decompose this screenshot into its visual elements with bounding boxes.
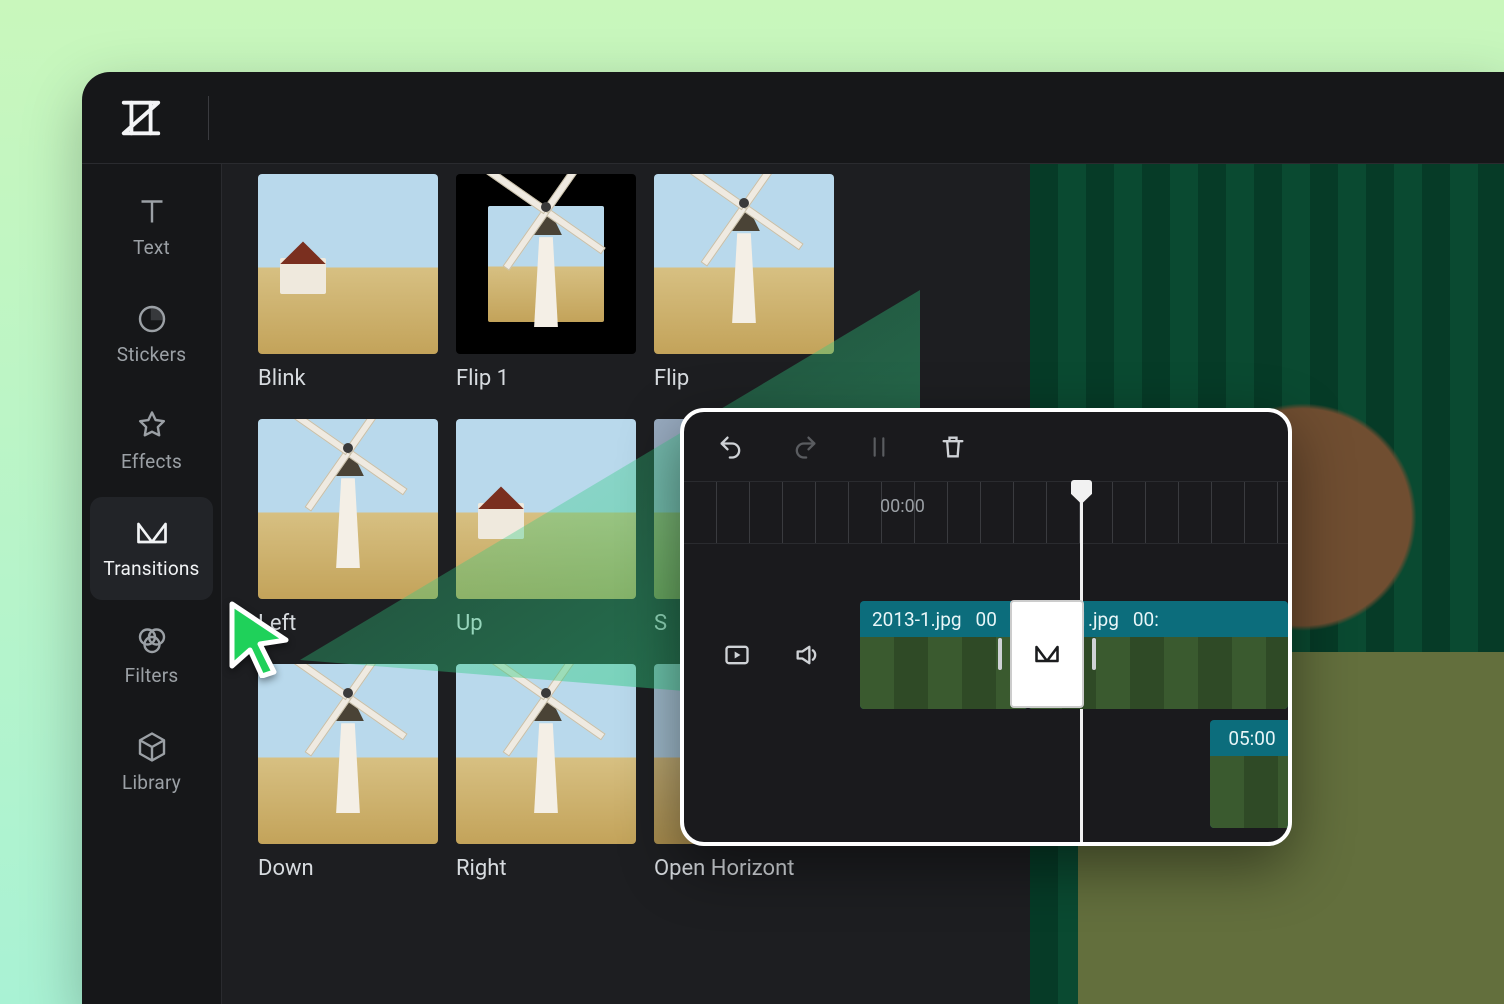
transition-tile[interactable]: Blink bbox=[258, 174, 438, 391]
split-button[interactable] bbox=[862, 430, 896, 464]
sidebar: Text Stickers Effects bbox=[82, 164, 222, 1004]
cube-icon bbox=[134, 729, 170, 765]
transition-thumb bbox=[258, 174, 438, 354]
timeline-clip[interactable]: 2013-1.jpg 00 bbox=[860, 601, 1028, 709]
sidebar-item-label: Effects bbox=[121, 450, 182, 473]
video-track-row: 2013-1.jpg 00 013-1.jpg 00: bbox=[684, 600, 1288, 710]
clip-name: 2013-1.jpg bbox=[872, 608, 962, 631]
sidebar-item-label: Text bbox=[133, 236, 170, 259]
transition-name: Down bbox=[258, 856, 438, 881]
sidebar-item-label: Library bbox=[122, 771, 181, 794]
transition-icon bbox=[134, 515, 170, 551]
track-area: 2013-1.jpg 00 013-1.jpg 00: bbox=[684, 544, 1288, 842]
transition-name: Open Horizont bbox=[654, 856, 834, 881]
titlebar bbox=[82, 72, 1504, 164]
sidebar-item-label: Stickers bbox=[117, 343, 186, 366]
windmill-graphic bbox=[491, 673, 601, 813]
play-track-icon[interactable] bbox=[720, 638, 754, 672]
titlebar-divider bbox=[208, 96, 209, 140]
app-logo-icon bbox=[118, 95, 164, 141]
transition-thumb bbox=[456, 174, 636, 354]
transition-tile[interactable]: Left bbox=[258, 419, 438, 636]
timeline-inset: 00:00 2013-1.jpg 00 bbox=[680, 408, 1292, 846]
clip-time: 00 bbox=[976, 608, 997, 631]
transition-thumb bbox=[654, 174, 834, 354]
clip-thumbstrip bbox=[860, 637, 1028, 709]
redo-button[interactable] bbox=[788, 430, 822, 464]
delete-button[interactable] bbox=[936, 430, 970, 464]
transition-name: Blink bbox=[258, 366, 438, 391]
sidebar-item-library[interactable]: Library bbox=[90, 711, 213, 814]
track-controls bbox=[684, 638, 860, 672]
windmill-graphic bbox=[293, 673, 403, 813]
clip-time: 00: bbox=[1133, 608, 1159, 631]
transition-thumb bbox=[258, 664, 438, 844]
transition-tile[interactable]: Flip bbox=[654, 174, 834, 391]
sidebar-item-filters[interactable]: Filters bbox=[90, 604, 213, 707]
transition-thumb bbox=[258, 419, 438, 599]
timeline-toolbar bbox=[684, 412, 1288, 482]
windmill-graphic bbox=[491, 187, 601, 327]
sticker-icon bbox=[134, 301, 170, 337]
sidebar-item-stickers[interactable]: Stickers bbox=[90, 283, 213, 386]
undo-button[interactable] bbox=[714, 430, 748, 464]
transition-marker[interactable] bbox=[1010, 600, 1084, 708]
transition-tile[interactable]: Down bbox=[258, 664, 438, 881]
clip-thumbstrip bbox=[1210, 756, 1292, 828]
transition-name: Flip bbox=[654, 366, 834, 391]
transition-thumb bbox=[456, 664, 636, 844]
transition-name: Up bbox=[456, 611, 636, 636]
windmill-graphic bbox=[293, 428, 403, 568]
sidebar-item-label: Transitions bbox=[103, 557, 199, 580]
transition-tile[interactable]: Up bbox=[456, 419, 636, 636]
timeline-clip-next[interactable]: 05:00 bbox=[1210, 720, 1292, 828]
filters-icon bbox=[134, 622, 170, 658]
house-graphic bbox=[280, 258, 326, 294]
transition-name: Left bbox=[258, 611, 438, 636]
transition-name: Right bbox=[456, 856, 636, 881]
house-graphic bbox=[478, 503, 524, 539]
ruler-tick: 00:00 bbox=[880, 496, 925, 517]
transition-thumb bbox=[456, 419, 636, 599]
windmill-graphic bbox=[689, 183, 799, 323]
clip-time: 05:00 bbox=[1228, 727, 1275, 750]
transition-name: Flip 1 bbox=[456, 366, 636, 391]
text-icon bbox=[134, 194, 170, 230]
timeline-ruler[interactable]: 00:00 bbox=[684, 482, 1288, 544]
transition-tile[interactable]: Flip 1 bbox=[456, 174, 636, 391]
transition-tile[interactable]: Right bbox=[456, 664, 636, 881]
sidebar-item-effects[interactable]: Effects bbox=[90, 390, 213, 493]
sidebar-item-transitions[interactable]: Transitions bbox=[90, 497, 213, 600]
speaker-icon[interactable] bbox=[790, 638, 824, 672]
sidebar-item-text[interactable]: Text bbox=[90, 176, 213, 279]
sidebar-item-label: Filters bbox=[125, 664, 179, 687]
star-icon bbox=[134, 408, 170, 444]
